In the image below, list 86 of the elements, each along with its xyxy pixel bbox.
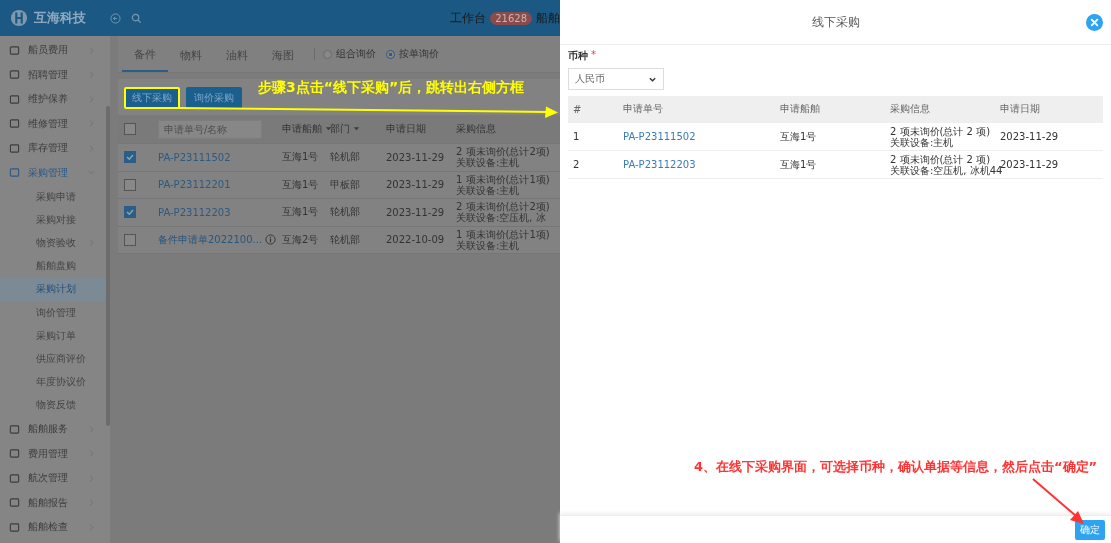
request-link[interactable]: PA-P23111502 [158,151,231,163]
request-link[interactable]: PA-P23112203 [158,206,231,218]
table-cell-text: 2 [572,159,581,170]
table-cell-text: 1 项未询价(总计1项) [456,228,551,240]
sidebar-item[interactable]: 维修管理 [0,111,110,136]
sidebar-item[interactable]: 船舶检查 [0,514,110,540]
request-link[interactable]: PA-P23111502 [623,131,696,142]
column-header: 申请单号 [623,102,664,116]
sidebar-item[interactable]: 船舶服务 [0,416,110,442]
sidebar-item[interactable]: 船员费用 [0,38,110,63]
radio-label: 组合询价 [336,47,376,61]
table-cell-text: 互海1号 [780,129,818,144]
column-header: # [572,103,583,115]
search-icon[interactable] [131,12,142,24]
close-icon[interactable] [1086,14,1103,31]
table-cell-text: 互海1号 [282,177,320,192]
table-cell-text: 互海1号 [282,150,320,165]
table-cell-text: 1 [572,131,581,142]
checkbox[interactable] [124,178,136,191]
confirm-button[interactable]: 确定 [1075,519,1105,540]
sidebar-item[interactable]: 费用管理 [0,441,110,466]
drawer-title: 线下采购 [811,13,860,31]
table-cell-text: 2022-10-09 [386,234,446,246]
table-cell: 关联设备:空压机, 冰机44 [890,164,1000,176]
table-cell-text: 关联设备:主机 [456,157,520,169]
request-link[interactable]: PA-P23112203 [623,159,696,170]
request-link[interactable]: 备件申请单2022100... [158,232,263,247]
table-cell-text: 2023-11-29 [386,151,446,163]
logo-icon [10,9,28,27]
checkbox[interactable] [124,123,136,135]
sort-caret-icon[interactable] [353,125,360,132]
column-header: 申请船舶 [780,102,821,116]
column-header[interactable]: 采购信息 [456,122,560,136]
back-icon[interactable] [110,12,121,24]
menu-link[interactable]: 船舶 [536,9,560,27]
sidebar-item[interactable]: 维护保养 [0,87,110,112]
table-cell-text: 2023-11-29 [386,179,446,191]
required-mark: * [591,49,596,62]
table-cell-text: 2023-11-29 [1000,131,1060,142]
sidebar-item[interactable]: 船舶报告 [0,490,110,515]
action-button[interactable]: 线下采购 [124,87,180,109]
table-cell-text: 轮机部 [330,205,361,220]
table-cell-text: 轮机部 [330,150,361,165]
sidebar-subitem[interactable]: 物资验收 [0,231,110,255]
table-cell-text: 互海1号 [282,205,320,220]
sidebar-item[interactable]: 库存管理 [0,136,110,161]
table-cell-text: 关联设备:主机 [456,239,520,251]
table-cell-text: 2 项未询价(总计2项) [456,146,551,158]
tab[interactable]: 物料 [168,37,214,71]
radio-option[interactable]: 按单询价 [386,47,439,61]
table-cell-text: 1 项未询价(总计1项) [456,173,551,185]
table-cell-text: 2023-11-29 [1000,159,1060,170]
radio-option[interactable]: 组合询价 [323,47,376,61]
sidebar-item[interactable]: 招聘管理 [0,62,110,87]
column-header[interactable]: 申请船舶 [282,122,330,136]
currency-select[interactable]: 人民币 [568,68,664,90]
table-cell-text: 关联设备:空压机, 冰 [456,212,546,224]
table-cell-text: 2 项未询价(总计 2 项) [890,125,992,137]
field-label: 币种 [568,49,588,63]
table-cell-text: 2023-11-29 [386,206,446,218]
checkbox[interactable] [124,233,136,246]
table-cell-text: 甲板部 [330,177,361,192]
request-link[interactable]: PA-P23112201 [158,179,231,191]
checkbox[interactable] [124,151,136,164]
column-header: 采购信息 [890,102,931,116]
action-button[interactable]: 询价采购 [186,87,242,109]
sort-caret-icon[interactable] [325,125,332,132]
table-cell-text: 轮机部 [330,232,361,247]
sidebar-item[interactable]: 采购管理 [0,160,110,185]
workbench-link[interactable]: 工作台 [450,9,487,27]
checkbox[interactable] [124,206,136,219]
table-cell-text: 2 项未询价(总计2项) [456,201,551,213]
annotation-text: 4、在线下采购界面，可选择币种，确认单据等信息，然后点击“确定” [694,458,1098,476]
table-cell-text: 互海2号 [282,232,320,247]
brand-name: 互海科技 [34,9,86,27]
table-cell-text: 2 项未询价(总计 2 项) [890,153,992,165]
table-cell-text: 关联设备:主机 [890,136,954,148]
notification-badge: 21628 [490,11,532,25]
column-header: 申请日期 [1000,102,1041,116]
sidebar-item[interactable]: 航次管理 [0,465,110,491]
table-cell-text: 关联设备:主机 [456,184,520,196]
radio-label: 按单询价 [399,47,439,61]
annotation-arrow [1032,478,1084,524]
table-cell-text: 互海1号 [780,157,818,172]
column-header[interactable]: 部门 [330,122,386,136]
annotation-text: 步骤3点击“线下采购”后，跳转出右侧方框 [258,79,525,97]
